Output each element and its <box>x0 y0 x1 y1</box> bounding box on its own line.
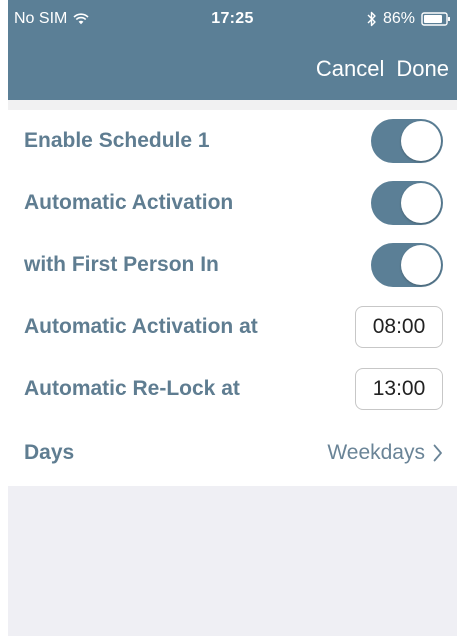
setting-label: with First Person In <box>24 253 219 276</box>
app-screen: No SIM 17:25 86% Cancel Done Enable Sche… <box>8 0 457 636</box>
cancel-button[interactable]: Cancel <box>316 54 384 84</box>
bluetooth-icon <box>367 11 377 27</box>
setting-label: Automatic Re-Lock at <box>24 377 240 400</box>
status-bar: No SIM 17:25 86% <box>8 0 457 38</box>
activation-time-field[interactable]: 08:00 <box>355 306 443 348</box>
setting-row-first-person-in: with First Person In <box>8 234 457 296</box>
toggle-knob <box>401 121 441 161</box>
setting-label: Automatic Activation <box>24 191 234 214</box>
nav-actions: Cancel Done <box>316 54 449 84</box>
battery-icon <box>421 12 451 26</box>
first-person-in-toggle[interactable] <box>371 243 443 287</box>
schedule-settings-list: Enable Schedule 1 Automatic Activation w… <box>8 110 457 486</box>
toggle-knob <box>401 245 441 285</box>
setting-row-relock-time: Automatic Re-Lock at 13:00 <box>8 358 457 420</box>
done-button[interactable]: Done <box>396 54 449 84</box>
top-bar: No SIM 17:25 86% Cancel Done <box>8 0 457 100</box>
days-selector[interactable]: Weekdays <box>327 441 443 465</box>
setting-row-days[interactable]: Days Weekdays <box>8 420 457 486</box>
battery-percent: 86% <box>382 10 415 27</box>
setting-label: Automatic Activation at <box>24 315 258 338</box>
setting-label: Days <box>24 441 75 464</box>
status-right: 86% <box>367 0 451 38</box>
toggle-knob <box>401 183 441 223</box>
days-value: Weekdays <box>327 441 425 464</box>
setting-label: Enable Schedule 1 <box>24 129 210 152</box>
automatic-activation-toggle[interactable] <box>371 181 443 225</box>
relock-time-field[interactable]: 13:00 <box>355 368 443 410</box>
empty-background-area <box>8 486 457 636</box>
setting-row-automatic-activation: Automatic Activation <box>8 172 457 234</box>
setting-row-enable-schedule: Enable Schedule 1 <box>8 110 457 172</box>
enable-schedule-toggle[interactable] <box>371 119 443 163</box>
navigation-bar: Cancel Done <box>8 38 457 100</box>
chevron-right-icon <box>433 444 443 462</box>
setting-row-activation-time: Automatic Activation at 08:00 <box>8 296 457 358</box>
